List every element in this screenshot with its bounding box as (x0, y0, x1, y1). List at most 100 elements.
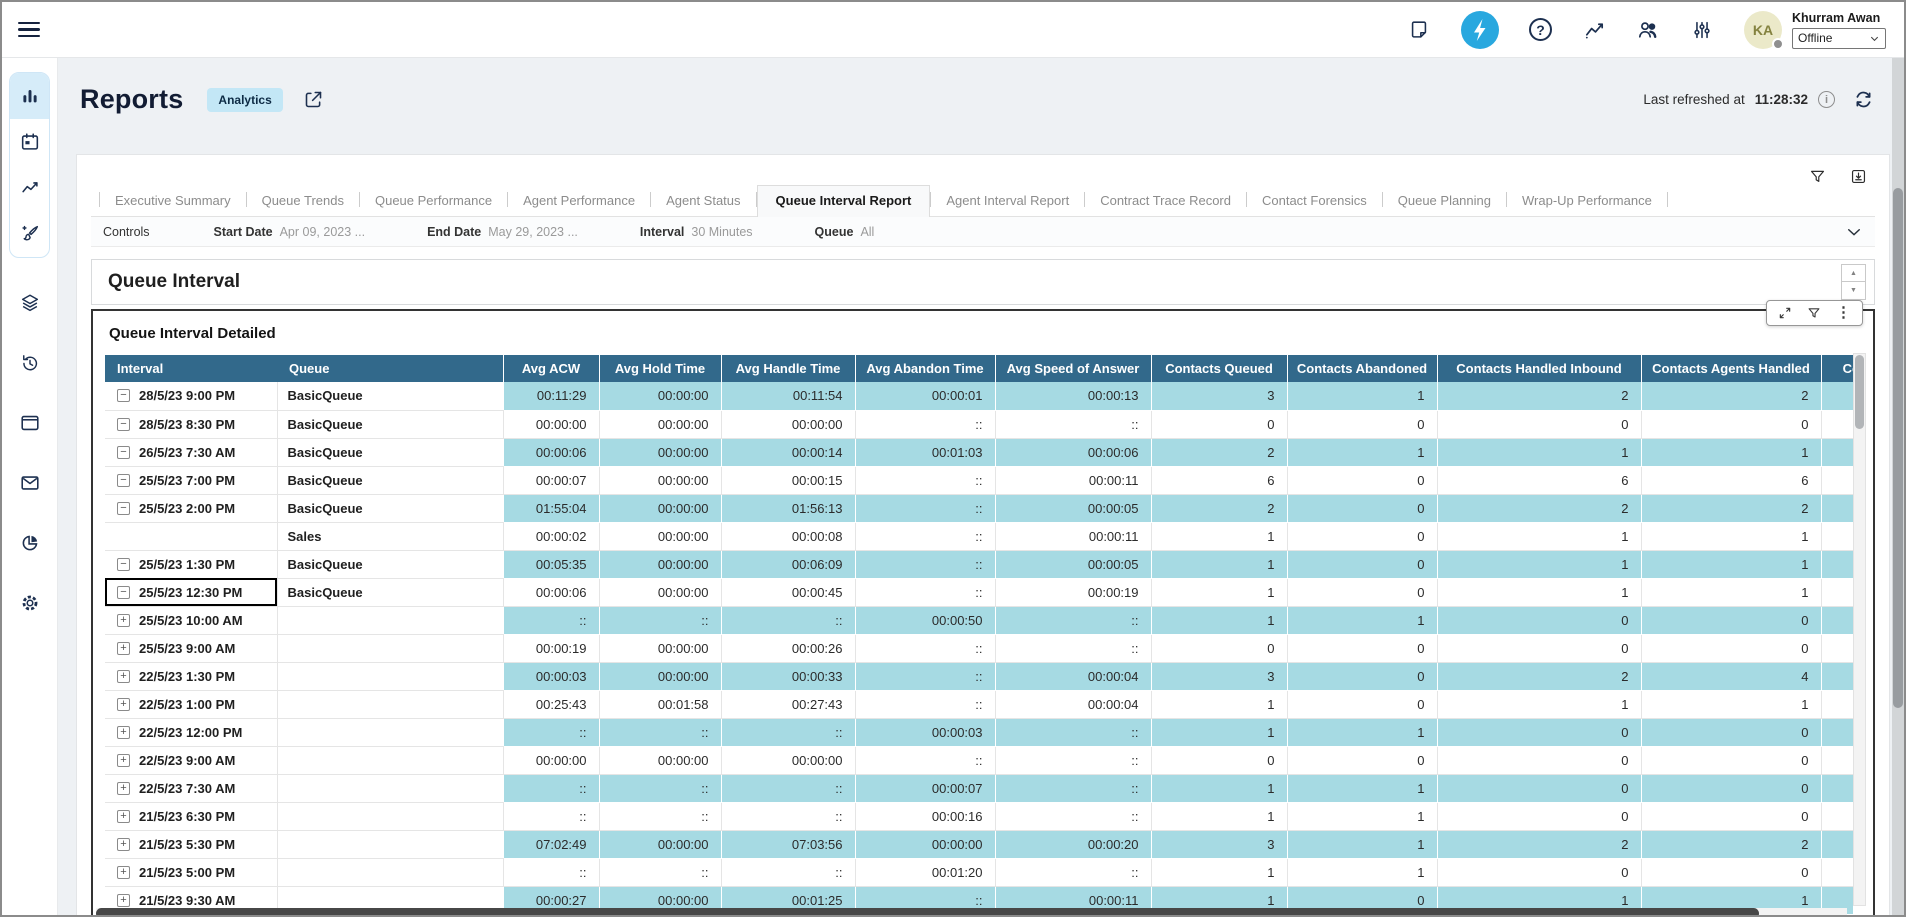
metric-cell[interactable]: :: (503, 774, 599, 802)
download-icon[interactable] (1850, 168, 1867, 185)
queue-cell[interactable]: BasicQueue (277, 466, 503, 494)
metric-cell[interactable]: 0 (1287, 550, 1437, 578)
queue-cell[interactable] (277, 746, 503, 774)
metric-cell[interactable]: 00:01:03 (855, 438, 995, 466)
queue-cell[interactable] (277, 606, 503, 634)
tab-executive-summary[interactable]: Executive Summary (100, 186, 246, 216)
metric-cell[interactable]: :: (721, 774, 855, 802)
column-header-contacts-abandoned[interactable]: Contacts Abandoned (1287, 355, 1437, 382)
control-end-date[interactable]: End DateMay 29, 2023 ... (427, 225, 578, 239)
metric-cell[interactable]: :: (721, 718, 855, 746)
metric-cell[interactable]: 00:00:06 (503, 438, 599, 466)
metric-cell[interactable]: 1 (1287, 438, 1437, 466)
queue-cell[interactable] (277, 830, 503, 858)
column-header-avg-acw[interactable]: Avg ACW (503, 355, 599, 382)
column-header-avg-hold-time[interactable]: Avg Hold Time (599, 355, 721, 382)
interval-cell[interactable]: +22/5/23 7:30 AM (105, 774, 277, 802)
metric-cell[interactable]: 00:00:00 (599, 494, 721, 522)
metric-cell[interactable]: 00:05:35 (503, 550, 599, 578)
metric-cell[interactable]: 00:00:07 (503, 466, 599, 494)
refresh-icon[interactable] (1853, 89, 1874, 110)
queue-cell[interactable]: BasicQueue (277, 578, 503, 606)
queue-cell[interactable] (277, 634, 503, 662)
tab-contract-trace-record[interactable]: Contract Trace Record (1085, 186, 1246, 216)
collapse-icon[interactable]: − (117, 474, 130, 487)
metric-cell[interactable]: 1 (1151, 550, 1287, 578)
metric-cell[interactable]: 00:00:00 (599, 550, 721, 578)
interval-cell[interactable]: +22/5/23 1:00 PM (105, 690, 277, 718)
metric-cell[interactable]: 1 (1641, 550, 1821, 578)
note-icon[interactable] (1407, 18, 1431, 42)
metric-cell[interactable]: :: (855, 550, 995, 578)
expand-icon[interactable]: + (117, 670, 130, 683)
metric-cell[interactable]: 2 (1151, 438, 1287, 466)
metric-cell[interactable]: :: (503, 802, 599, 830)
metric-cell[interactable]: 1 (1151, 718, 1287, 746)
metric-cell[interactable]: 1 (1437, 438, 1641, 466)
expand-icon[interactable] (1778, 306, 1792, 320)
metric-cell[interactable]: 4 (1641, 662, 1821, 690)
expand-icon[interactable]: + (117, 754, 130, 767)
tab-wrap-up-performance[interactable]: Wrap-Up Performance (1507, 186, 1667, 216)
metric-cell[interactable]: 0 (1641, 634, 1821, 662)
metric-cell[interactable]: 0 (1437, 718, 1641, 746)
metric-cell[interactable]: 2 (1437, 830, 1641, 858)
metric-cell[interactable]: 2 (1437, 382, 1641, 410)
metric-cell[interactable]: 00:00:00 (599, 438, 721, 466)
metric-cell[interactable] (1821, 830, 1853, 858)
metric-cell[interactable]: 0 (1437, 634, 1641, 662)
collapse-icon[interactable]: − (117, 446, 130, 459)
metric-cell[interactable]: :: (855, 746, 995, 774)
queue-cell[interactable]: BasicQueue (277, 410, 503, 438)
metric-cell[interactable]: 0 (1641, 746, 1821, 774)
control-queue[interactable]: QueueAll (815, 225, 875, 239)
metric-cell[interactable]: 2 (1437, 494, 1641, 522)
sidebar-item-reports[interactable] (10, 73, 49, 119)
hamburger-icon[interactable] (18, 18, 40, 42)
column-header-contacts-agents-handled[interactable]: Contacts Agents Handled (1641, 355, 1821, 382)
metric-cell[interactable]: 1 (1641, 690, 1821, 718)
sidebar-item-history[interactable] (10, 340, 50, 386)
metric-cell[interactable]: 0 (1287, 634, 1437, 662)
metric-cell[interactable]: 00:00:00 (503, 410, 599, 438)
sidebar-item-calendar[interactable] (10, 119, 49, 165)
metric-cell[interactable]: :: (995, 746, 1151, 774)
metric-cell[interactable]: 00:00:00 (599, 522, 721, 550)
metric-cell[interactable]: 1 (1151, 858, 1287, 886)
metric-cell[interactable]: 00:00:05 (995, 494, 1151, 522)
metric-cell[interactable] (1821, 494, 1853, 522)
metric-cell[interactable]: :: (995, 774, 1151, 802)
tab-agent-interval-report[interactable]: Agent Interval Report (931, 186, 1084, 216)
metric-cell[interactable]: 00:00:06 (503, 578, 599, 606)
metric-cell[interactable]: 0 (1437, 746, 1641, 774)
collapse-icon[interactable]: − (117, 502, 130, 515)
metric-cell[interactable]: 0 (1437, 802, 1641, 830)
metric-cell[interactable]: 0 (1287, 522, 1437, 550)
metric-cell[interactable]: 00:01:58 (599, 690, 721, 718)
info-icon[interactable]: i (1818, 91, 1835, 108)
metric-cell[interactable]: 0 (1641, 718, 1821, 746)
metric-cell[interactable]: :: (599, 774, 721, 802)
metric-cell[interactable]: 00:00:00 (599, 662, 721, 690)
line-chart-icon[interactable] (1582, 18, 1606, 42)
spinner-down-button[interactable]: ▼ (1841, 282, 1866, 300)
metric-cell[interactable]: :: (995, 606, 1151, 634)
sidebar-item-settings[interactable] (10, 580, 50, 626)
metric-cell[interactable]: 00:00:00 (503, 746, 599, 774)
column-header-avg-abandon-time[interactable]: Avg Abandon Time (855, 355, 995, 382)
metric-cell[interactable]: 00:11:29 (503, 382, 599, 410)
metric-cell[interactable]: 1 (1287, 802, 1437, 830)
lightning-bolt-icon[interactable] (1461, 11, 1499, 49)
tab-agent-performance[interactable]: Agent Performance (508, 186, 650, 216)
metric-cell[interactable]: 0 (1437, 774, 1641, 802)
interval-cell[interactable]: +21/5/23 5:30 PM (105, 830, 277, 858)
metric-cell[interactable]: 00:00:15 (721, 466, 855, 494)
funnel-icon[interactable] (1807, 306, 1821, 320)
metric-cell[interactable]: :: (855, 690, 995, 718)
tab-queue-performance[interactable]: Queue Performance (360, 186, 507, 216)
metric-cell[interactable]: 00:00:14 (721, 438, 855, 466)
external-link-icon[interactable] (303, 89, 324, 110)
tab-agent-status[interactable]: Agent Status (651, 186, 755, 216)
metric-cell[interactable] (1821, 522, 1853, 550)
metric-cell[interactable] (1821, 858, 1853, 886)
